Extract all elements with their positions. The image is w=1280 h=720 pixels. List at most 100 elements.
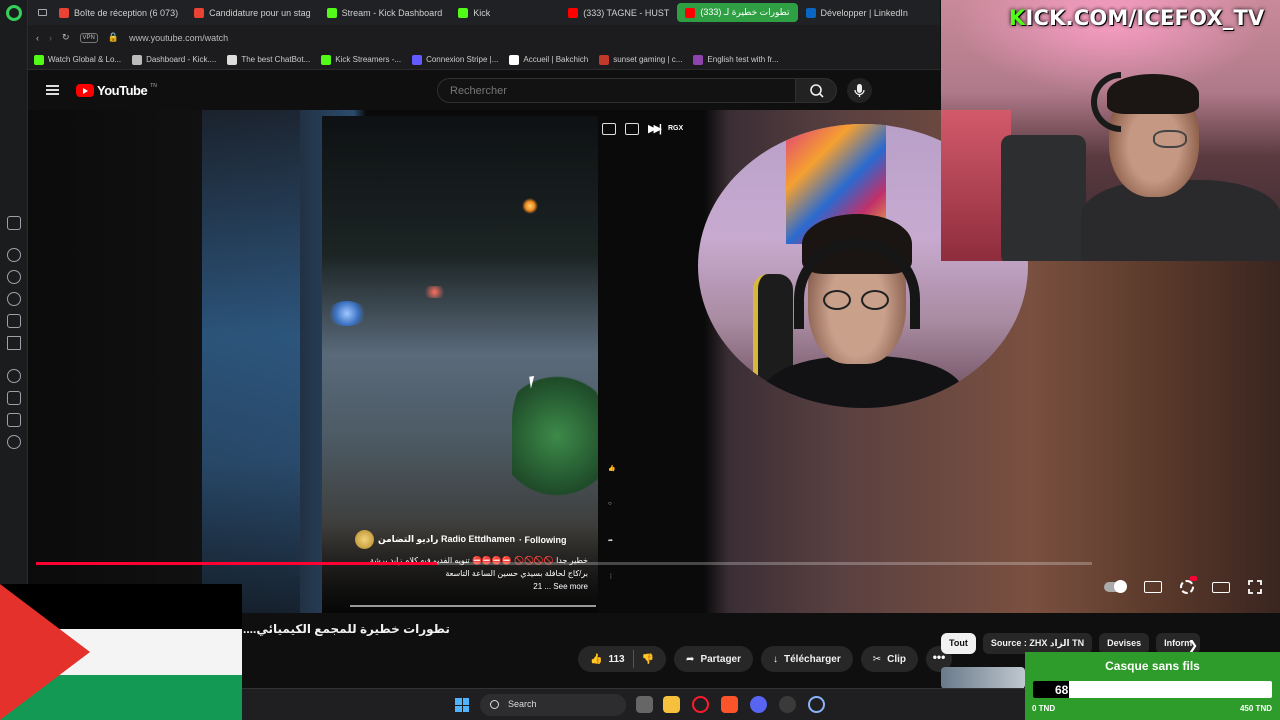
- subtitles-icon[interactable]: [1144, 581, 1162, 593]
- video-progress-bar[interactable]: [36, 562, 1092, 565]
- tab-menu-icon[interactable]: [38, 9, 47, 16]
- bookmark-item[interactable]: Watch Global & Lo...: [34, 54, 121, 65]
- bookmark-item[interactable]: The best ChatBot...: [227, 54, 310, 65]
- like-icon[interactable]: 👍: [608, 465, 626, 501]
- forward-icon[interactable]: ›: [49, 33, 52, 43]
- app-icon[interactable]: [808, 696, 825, 713]
- voice-search-button[interactable]: [847, 78, 872, 103]
- extensions-icon[interactable]: [7, 413, 21, 427]
- tab-gmail-candidature[interactable]: Candidature pour un stag: [186, 0, 319, 25]
- like-count[interactable]: 113: [608, 654, 624, 665]
- channel-avatar[interactable]: [355, 530, 374, 549]
- opera-taskbar-icon[interactable]: [692, 696, 709, 713]
- goal-title: Casque sans fils: [1105, 659, 1200, 673]
- microphone-icon: [854, 84, 865, 97]
- globe-icon: [132, 54, 143, 65]
- instagram-icon[interactable]: [7, 314, 21, 328]
- back-to-tab-icon[interactable]: [625, 122, 639, 135]
- download-button[interactable]: ↓ Télécharger: [761, 646, 853, 672]
- autoplay-toggle[interactable]: [1104, 580, 1127, 593]
- file-explorer-icon[interactable]: [663, 696, 680, 713]
- whatsapp-icon[interactable]: [7, 292, 21, 306]
- following-label[interactable]: · Following: [519, 535, 567, 545]
- tab-linkedin[interactable]: Développer | LinkedIn: [798, 0, 916, 25]
- chatgpt-icon[interactable]: [7, 248, 21, 262]
- channel-name[interactable]: راديو التضامن Radio Ettdhamen: [378, 534, 515, 545]
- like-dislike-group: 👍 113 👎: [578, 646, 667, 672]
- comment-icon[interactable]: ○: [608, 501, 626, 537]
- settings-gear-icon[interactable]: [7, 435, 21, 449]
- youtube-header: YouTube TN Rechercher: [28, 70, 940, 110]
- dislike-button[interactable]: 👎: [642, 654, 654, 665]
- obs-icon[interactable]: [779, 696, 796, 713]
- bookmark-item[interactable]: Dashboard - Kick....: [132, 54, 216, 65]
- youtube-logo[interactable]: YouTube TN: [76, 83, 157, 98]
- next-track-icon[interactable]: ▶▶|: [648, 122, 662, 135]
- tab-gmail-inbox[interactable]: Boîte de réception (6 073): [51, 0, 186, 25]
- back-icon[interactable]: ‹: [36, 33, 39, 43]
- youtube-play-icon: [76, 84, 94, 97]
- tab-kick[interactable]: Kick: [450, 0, 560, 25]
- popout-icon[interactable]: [602, 122, 616, 135]
- bookmark-item[interactable]: Connexion Stripe |...: [412, 54, 498, 65]
- tab-youtube-tagne[interactable]: (333) TAGNE - HUST: [560, 0, 677, 25]
- person-silhouette: [512, 366, 598, 506]
- video-title: ....تطورات خطيرة للمجمع الكيميائي: [243, 622, 450, 636]
- windows-start-icon[interactable]: [455, 698, 469, 712]
- pinboard-icon[interactable]: [7, 391, 21, 405]
- tab-youtube-active[interactable]: (333) تطورات خطيرة لـ: [677, 3, 798, 22]
- taskbar-search[interactable]: Search: [480, 694, 626, 716]
- player-icon[interactable]: [7, 369, 21, 383]
- discord-icon[interactable]: [750, 696, 767, 713]
- reload-icon[interactable]: ↻: [62, 32, 70, 43]
- short-video-frame[interactable]: راديو التضامن Radio Ettdhamen · Followin…: [322, 116, 598, 613]
- tab-bar: Boîte de réception (6 073) Candidature p…: [28, 0, 940, 25]
- messenger-icon[interactable]: [7, 270, 21, 284]
- search-icon: [810, 84, 824, 98]
- download-icon: ↓: [773, 653, 779, 665]
- more-icon[interactable]: ⋮: [608, 573, 626, 609]
- search-button[interactable]: [795, 78, 837, 103]
- player-right-controls: [1104, 576, 1266, 594]
- chip-all[interactable]: Tout: [941, 633, 976, 654]
- related-video-thumbnail[interactable]: [941, 667, 1025, 689]
- region-code: TN: [150, 83, 157, 89]
- bookmark-item[interactable]: Accueil | Bakchich: [509, 54, 588, 65]
- brave-icon[interactable]: [721, 696, 738, 713]
- task-view-icon[interactable]: [636, 696, 653, 713]
- screen: Boîte de réception (6 073) Candidature p…: [0, 0, 1280, 720]
- kick-k-letter: K: [1009, 6, 1026, 30]
- short-progress-bar[interactable]: [350, 605, 596, 607]
- vpn-badge[interactable]: VPN: [79, 32, 98, 43]
- tab-kick-dashboard[interactable]: Stream - Kick Dashboard: [319, 0, 451, 25]
- flag-triangle-red: [0, 584, 90, 720]
- bookmark-item[interactable]: English test with fr...: [693, 54, 779, 65]
- bookmark-item[interactable]: Kick Streamers -...: [321, 54, 401, 65]
- theater-mode-icon[interactable]: [1212, 581, 1230, 593]
- rgx-button[interactable]: RGX: [668, 125, 683, 132]
- chip-source[interactable]: Source : ZHX الزاد TN: [982, 633, 1093, 654]
- tiktok-icon[interactable]: [7, 336, 21, 350]
- url-field[interactable]: www.youtube.com/watch: [129, 33, 228, 43]
- mouse-cursor-icon: [529, 375, 541, 389]
- opera-logo-icon[interactable]: [6, 5, 22, 21]
- fullscreen-icon[interactable]: [1248, 580, 1266, 594]
- gmail-icon: [194, 7, 205, 18]
- chatbot-icon: [227, 54, 238, 65]
- see-more-link[interactable]: 21 ... See more: [328, 580, 588, 593]
- glasses: [823, 290, 893, 310]
- menu-icon[interactable]: [46, 85, 59, 95]
- clip-button[interactable]: ✂ Clip: [860, 646, 918, 672]
- aria-icon[interactable]: [7, 216, 21, 230]
- like-button[interactable]: 👍: [590, 654, 602, 665]
- short-channel[interactable]: راديو التضامن Radio Ettdhamen · Followin…: [355, 530, 566, 549]
- pip-controls: ▶▶| RGX: [602, 122, 683, 135]
- share-button[interactable]: ➦ Partager: [674, 646, 754, 672]
- settings-icon[interactable]: [1180, 576, 1197, 594]
- share-icon[interactable]: ➦: [608, 537, 626, 573]
- search-input[interactable]: Rechercher: [437, 78, 796, 103]
- chevron-right-icon[interactable]: ❯: [1188, 638, 1198, 652]
- tab-label: Boîte de réception (6 073): [74, 7, 179, 18]
- chip-devises[interactable]: Devises: [1099, 633, 1150, 654]
- bookmark-item[interactable]: sunset gaming | c...: [599, 54, 682, 65]
